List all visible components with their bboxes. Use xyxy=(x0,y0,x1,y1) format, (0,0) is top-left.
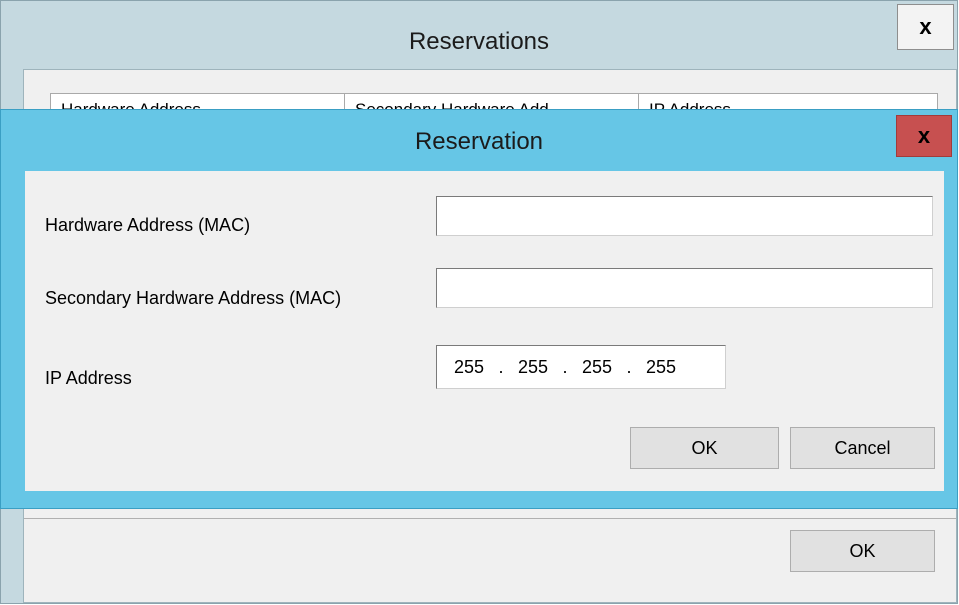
ip-separator: . xyxy=(626,356,632,377)
cancel-button[interactable]: Cancel xyxy=(790,427,935,469)
ip-address-label: IP Address xyxy=(45,368,132,388)
footer-divider xyxy=(24,518,956,519)
reservation-dialog-title: Reservation xyxy=(414,128,544,155)
reservations-ok-button[interactable]: OK xyxy=(790,530,935,572)
ok-button[interactable]: OK xyxy=(630,427,779,469)
reservation-dialog-body: Hardware Address (MAC) Secondary Hardwar… xyxy=(25,171,944,491)
ip-octet-2[interactable]: 255 xyxy=(511,357,555,378)
ip-octet-1[interactable]: 255 xyxy=(447,357,491,378)
close-icon: x xyxy=(919,14,932,39)
reservations-window-title: Reservations xyxy=(408,28,550,55)
reservations-close-button[interactable]: x xyxy=(897,4,954,50)
secondary-mac-label: Secondary Hardware Address (MAC) xyxy=(45,288,342,308)
reservation-dialog: Reservation x Hardware Address (MAC) Sec… xyxy=(0,109,958,509)
ip-address-input[interactable]: 255 . 255 . 255 . 255 xyxy=(436,345,726,389)
secondary-mac-input[interactable] xyxy=(436,268,933,308)
ip-separator: . xyxy=(562,356,568,377)
mac-input[interactable] xyxy=(436,196,933,236)
ip-separator: . xyxy=(498,356,504,377)
ip-octet-4[interactable]: 255 xyxy=(639,357,683,378)
ip-octet-3[interactable]: 255 xyxy=(575,357,619,378)
close-icon: x xyxy=(917,123,931,148)
reservation-close-button[interactable]: x xyxy=(896,115,952,157)
mac-label: Hardware Address (MAC) xyxy=(45,215,251,235)
